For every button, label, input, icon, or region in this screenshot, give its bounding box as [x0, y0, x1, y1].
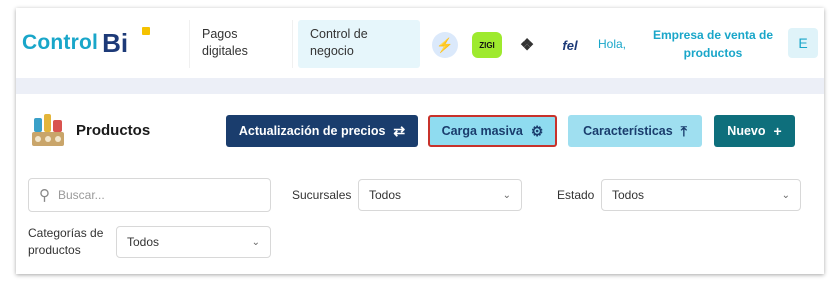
chevron-down-icon: ⌄: [502, 189, 511, 201]
estado-value: Todos: [612, 188, 645, 202]
characteristics-label: Características: [583, 124, 673, 138]
bolt-icon[interactable]: ⚡: [432, 32, 458, 58]
plus-icon: +: [773, 123, 782, 139]
gear-icon: ⚙: [530, 122, 544, 139]
new-product-label: Nuevo: [727, 124, 766, 138]
diamond-icon[interactable]: ❖: [514, 32, 540, 58]
categorias-value: Todos: [127, 235, 160, 249]
greeting: Hola,: [598, 37, 627, 51]
bulk-upload-label: Carga masiva: [441, 124, 523, 138]
page-title: Productos: [76, 122, 151, 139]
bulk-upload-button[interactable]: Carga masiva ⚙: [428, 115, 557, 147]
upload-icon: ⤒: [680, 122, 687, 139]
sucursales-select[interactable]: Todos ⌄: [358, 179, 522, 211]
new-product-button[interactable]: Nuevo +: [714, 115, 795, 147]
logo-accent-dot: [142, 27, 150, 35]
sucursales-value: Todos: [369, 188, 402, 202]
zigi-icon[interactable]: ZIGI: [472, 32, 502, 58]
logo-bi: Bi: [102, 27, 129, 58]
estado-select[interactable]: Todos ⌄: [601, 179, 801, 211]
update-prices-button[interactable]: Actualización de precios ⇄: [226, 115, 418, 147]
search-input[interactable]: [58, 188, 248, 202]
categorias-label-line1: Categorías de: [28, 226, 104, 240]
update-prices-label: Actualización de precios: [238, 124, 386, 138]
logo-text: Control: [22, 31, 99, 54]
controlbi-logo[interactable]: Control Bi: [22, 26, 128, 60]
app-window: Control Bi Pagos digitales Control de ne…: [16, 8, 824, 274]
chevron-down-icon: ⌄: [251, 236, 260, 248]
company-name[interactable]: Empresa de venta de productos: [634, 26, 792, 62]
characteristics-button[interactable]: Características ⤒: [568, 115, 702, 147]
products-icon: [32, 114, 64, 146]
search-box[interactable]: ⚲: [28, 178, 271, 212]
estado-label: Estado: [557, 188, 595, 202]
categorias-label: Categorías de productos: [28, 225, 103, 259]
header-divider-band: [16, 78, 824, 94]
search-icon: ⚲: [39, 187, 50, 204]
avatar[interactable]: E: [788, 28, 818, 58]
fel-icon[interactable]: fel: [548, 32, 592, 58]
categorias-label-line2: productos: [28, 243, 81, 257]
categorias-select[interactable]: Todos ⌄: [116, 226, 271, 258]
sucursales-label: Sucursales: [292, 188, 352, 202]
tab-control-de-negocio[interactable]: Control de negocio: [298, 20, 420, 68]
swap-arrows-icon: ⇄: [393, 122, 406, 139]
top-navbar: Control Bi Pagos digitales Control de ne…: [16, 8, 824, 78]
tab-pagos-digitales[interactable]: Pagos digitales: [189, 20, 293, 68]
chevron-down-icon: ⌄: [781, 189, 790, 201]
